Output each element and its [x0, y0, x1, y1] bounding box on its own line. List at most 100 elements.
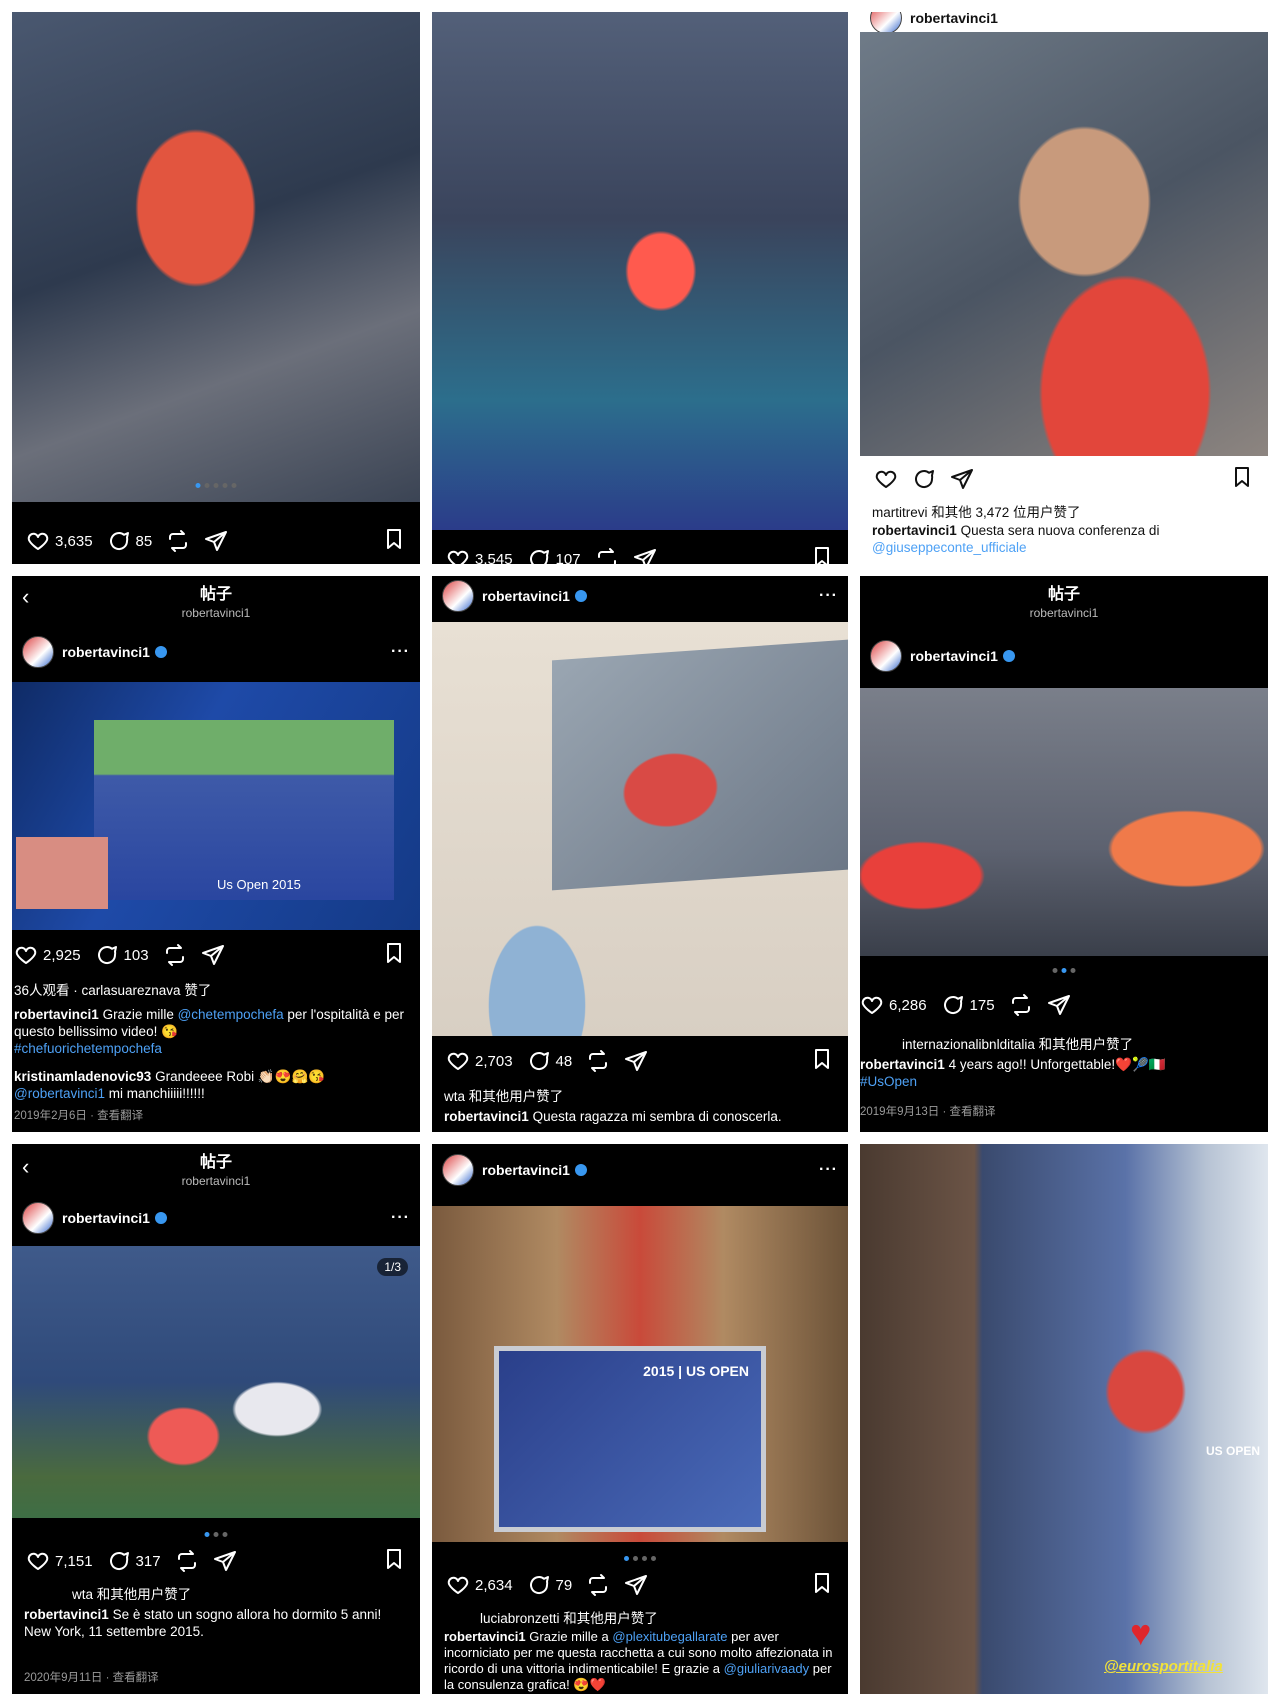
share-button[interactable]: [624, 1573, 648, 1597]
liked-by[interactable]: luciabronzetti 和其他用户赞了: [480, 1610, 836, 1627]
username[interactable]: robertavinci1: [62, 1210, 150, 1226]
more-options-icon[interactable]: ···: [391, 1209, 410, 1227]
page-title: 帖子: [1047, 586, 1080, 603]
comment-button[interactable]: 85: [107, 529, 152, 553]
caption-mention[interactable]: @chetempochefa: [178, 1007, 284, 1022]
more-options-icon[interactable]: ···: [819, 1161, 838, 1179]
like-button[interactable]: 2,925: [14, 943, 81, 967]
liked-by[interactable]: wta 和其他用户赞了: [72, 1586, 408, 1603]
viewers-line[interactable]: 36人观看 · carlasuareznava 赞了: [14, 982, 408, 999]
liked-by[interactable]: wta 和其他用户赞了: [444, 1088, 836, 1105]
like-button[interactable]: 2,703: [446, 1049, 513, 1073]
caption-username[interactable]: robertavinci1: [860, 1057, 945, 1072]
repost-icon: [597, 548, 616, 564]
story-photo[interactable]: US OPEN ♥ @eurosportitalia: [860, 1144, 1268, 1694]
avatar[interactable]: [22, 1202, 54, 1234]
share-button[interactable]: [1047, 993, 1071, 1017]
repost-button[interactable]: [586, 1573, 610, 1597]
like-button[interactable]: 3,635: [26, 529, 93, 553]
comment-button[interactable]: 107: [527, 547, 581, 564]
bookmark-icon: [815, 1573, 829, 1593]
like-button[interactable]: [874, 467, 898, 491]
share-button[interactable]: [633, 547, 657, 564]
page-header: 帖子 robertavinci1: [860, 580, 1268, 620]
like-button[interactable]: 3,545: [446, 547, 513, 564]
post-photo[interactable]: 1/3: [12, 1246, 420, 1518]
like-count: 3,635: [55, 532, 93, 550]
comment-mention[interactable]: @robertavinci1: [14, 1086, 105, 1101]
repost-button[interactable]: [166, 529, 190, 553]
username[interactable]: robertavinci1: [482, 1162, 570, 1178]
caption-hashtag[interactable]: #UsOpen: [860, 1074, 917, 1089]
comment-button[interactable]: 103: [95, 943, 149, 967]
post-photo[interactable]: [432, 12, 848, 530]
send-icon: [205, 531, 228, 551]
username[interactable]: robertavinci1: [482, 588, 570, 604]
comment-icon: [529, 1052, 549, 1070]
comment-button[interactable]: [912, 467, 936, 491]
share-button[interactable]: [950, 467, 974, 491]
username[interactable]: robertavinci1: [62, 644, 150, 660]
save-button[interactable]: [810, 1047, 834, 1075]
liked-by[interactable]: martitrevi 和其他 3,472 位用户赞了: [872, 504, 1256, 521]
frame-title: 2015 | US OPEN: [643, 1363, 749, 1379]
repost-button[interactable]: [586, 1049, 610, 1073]
username[interactable]: robertavinci1: [910, 648, 998, 664]
post-photo[interactable]: [860, 688, 1268, 956]
translate-link[interactable]: 查看翻译: [950, 1106, 996, 1118]
liked-by[interactable]: internazionalibnlditalia 和其他用户赞了: [902, 1036, 1256, 1053]
post-photo[interactable]: [12, 12, 420, 502]
post-photo[interactable]: [860, 32, 1268, 456]
save-button[interactable]: [382, 527, 406, 555]
repost-button[interactable]: [1009, 993, 1033, 1017]
caption-mention-2[interactable]: @giuliarivaady: [724, 1661, 809, 1676]
post-header: robertavinci1 ···: [22, 1202, 410, 1234]
translate-link[interactable]: 查看翻译: [113, 1672, 159, 1684]
username[interactable]: robertavinci1: [910, 12, 998, 26]
save-button[interactable]: [382, 941, 406, 969]
save-button[interactable]: [382, 1547, 406, 1575]
share-button[interactable]: [624, 1049, 648, 1073]
like-button[interactable]: 6,286: [860, 993, 927, 1017]
avatar[interactable]: [22, 636, 54, 668]
comment-button[interactable]: 175: [941, 993, 995, 1017]
comment-button[interactable]: 48: [527, 1049, 572, 1073]
caption-hashtag[interactable]: #chefuorichetempochefa: [14, 1041, 162, 1056]
carousel-dots: [204, 1532, 228, 1537]
post-photo[interactable]: [432, 622, 848, 1036]
caption-username[interactable]: robertavinci1: [24, 1607, 109, 1622]
comment-username[interactable]: kristinamladenovic93: [14, 1069, 151, 1084]
post-photo[interactable]: 2015 | US OPEN: [432, 1206, 848, 1542]
caption-username[interactable]: robertavinci1: [444, 1109, 529, 1124]
caption-mention[interactable]: @plexitubegallarate: [612, 1629, 727, 1644]
save-button[interactable]: [1230, 465, 1254, 493]
caption-username[interactable]: robertavinci1: [14, 1007, 99, 1022]
repost-icon: [165, 944, 184, 966]
comment-button[interactable]: 79: [527, 1573, 572, 1597]
repost-button[interactable]: [595, 547, 619, 564]
like-button[interactable]: 2,634: [446, 1573, 513, 1597]
repost-button[interactable]: [175, 1549, 199, 1573]
more-options-icon[interactable]: ···: [819, 587, 838, 605]
avatar[interactable]: [870, 640, 902, 672]
story-mention-sticker[interactable]: @eurosportitalia: [1104, 1658, 1223, 1675]
translate-link[interactable]: 查看翻译: [97, 1110, 143, 1122]
avatar[interactable]: [442, 1154, 474, 1186]
save-button[interactable]: [810, 545, 834, 564]
comment-button[interactable]: 317: [107, 1549, 161, 1573]
share-button[interactable]: [213, 1549, 237, 1573]
avatar[interactable]: [442, 580, 474, 612]
share-button[interactable]: [204, 529, 228, 553]
save-button[interactable]: [810, 1571, 834, 1599]
caption-mention[interactable]: @giuseppeconte_ufficiale: [872, 540, 1027, 555]
repost-button[interactable]: [163, 943, 187, 967]
more-options-icon[interactable]: ···: [391, 643, 410, 661]
avatar[interactable]: [870, 12, 902, 34]
caption-username[interactable]: robertavinci1: [444, 1629, 526, 1644]
page-subtitle: robertavinci1: [1029, 606, 1099, 620]
share-button[interactable]: [201, 943, 225, 967]
caption-username[interactable]: robertavinci1: [872, 523, 957, 538]
like-button[interactable]: 7,151: [26, 1549, 93, 1573]
post-video[interactable]: Us Open 2015: [12, 682, 420, 930]
send-icon: [1047, 995, 1070, 1015]
